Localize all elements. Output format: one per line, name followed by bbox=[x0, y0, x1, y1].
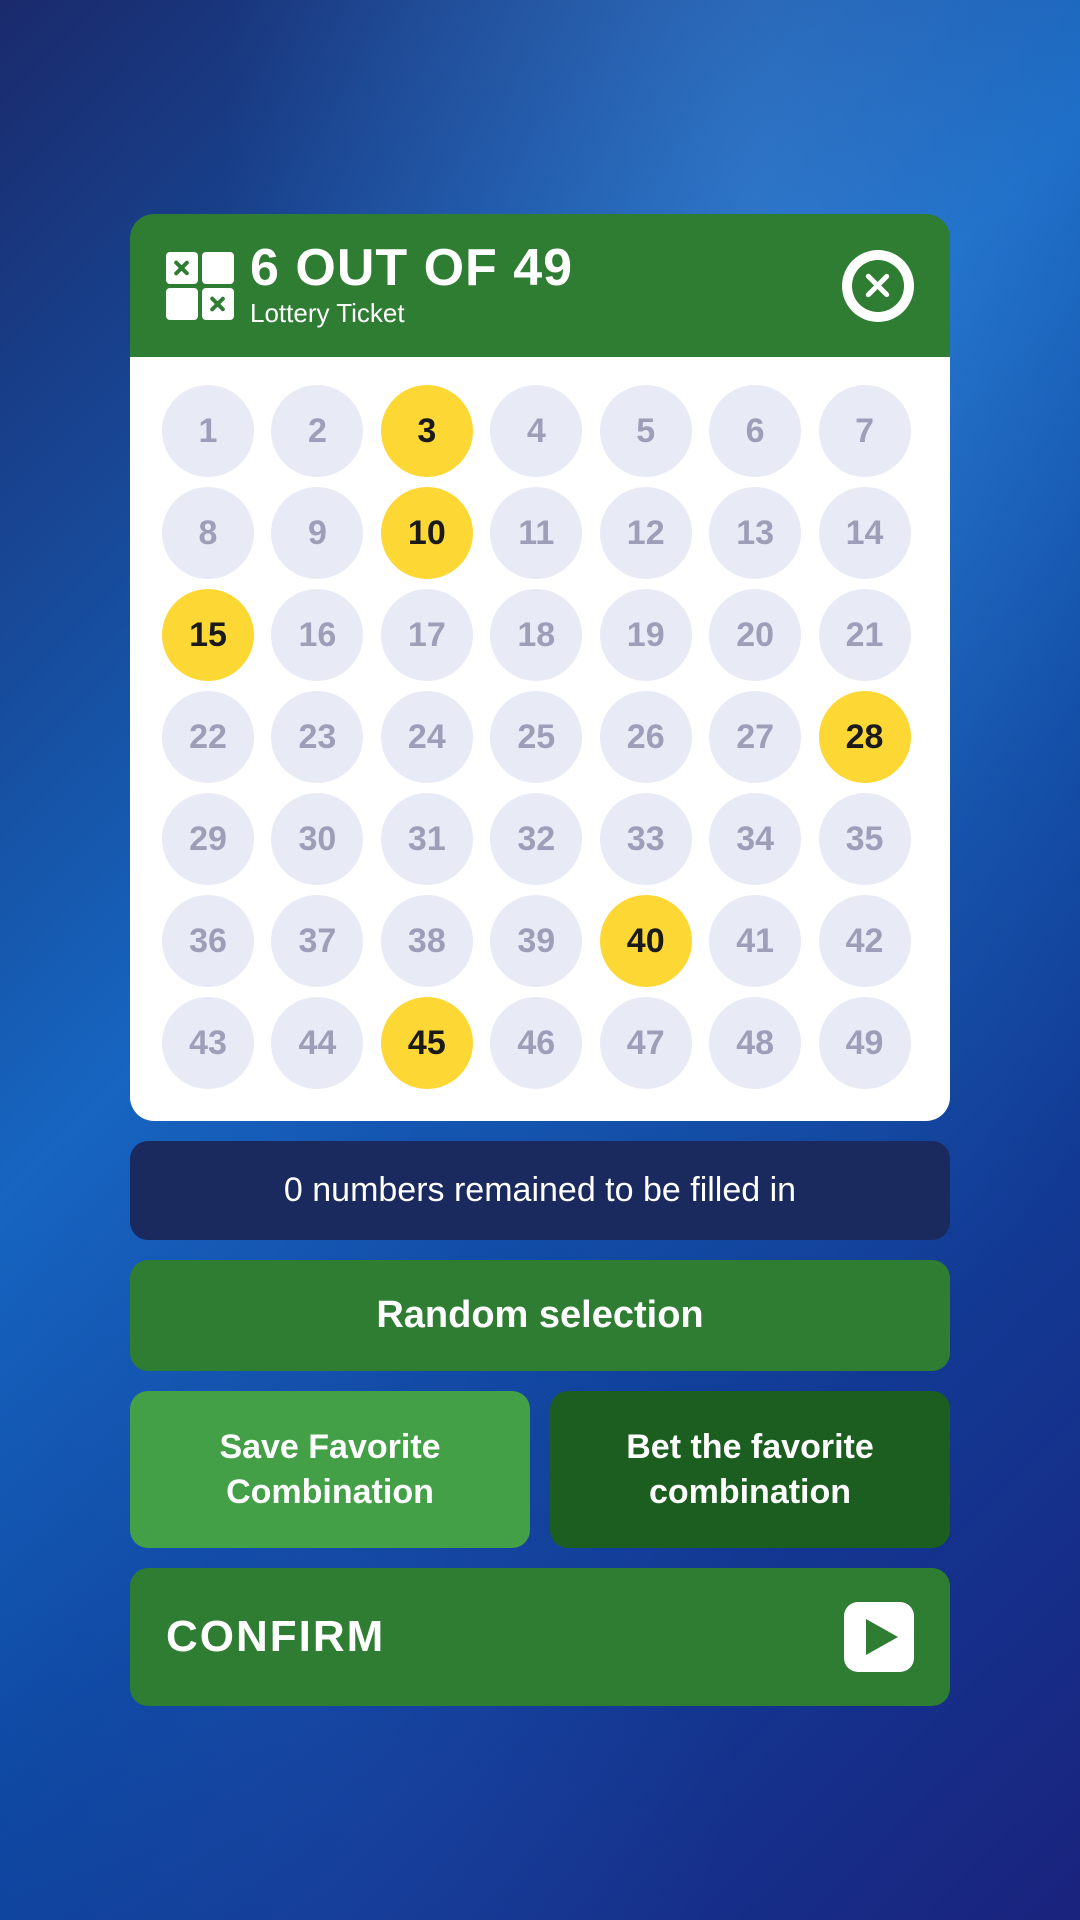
action-buttons: Save Favorite Combination Bet the favori… bbox=[130, 1391, 950, 1547]
number-cell-43[interactable]: 43 bbox=[162, 997, 254, 1089]
icon-cell-3 bbox=[166, 288, 198, 320]
number-cell-34[interactable]: 34 bbox=[709, 793, 801, 885]
lottery-modal: 6 OUT OF 49 Lottery Ticket 1234567891011… bbox=[130, 214, 950, 1705]
icon-cell-2 bbox=[202, 252, 234, 284]
number-cell-7[interactable]: 7 bbox=[819, 385, 911, 477]
game-subtitle: Lottery Ticket bbox=[250, 298, 573, 329]
close-button[interactable] bbox=[842, 250, 914, 322]
save-favorite-button[interactable]: Save Favorite Combination bbox=[130, 1391, 530, 1547]
number-cell-36[interactable]: 36 bbox=[162, 895, 254, 987]
number-cell-48[interactable]: 48 bbox=[709, 997, 801, 1089]
game-title: 6 OUT OF 49 bbox=[250, 242, 573, 294]
number-cell-46[interactable]: 46 bbox=[490, 997, 582, 1089]
close-icon bbox=[852, 260, 904, 312]
ticket-body: 1234567891011121314151617181920212223242… bbox=[130, 357, 950, 1121]
numbers-grid: 1234567891011121314151617181920212223242… bbox=[162, 385, 918, 1089]
number-cell-5[interactable]: 5 bbox=[600, 385, 692, 477]
play-triangle bbox=[866, 1619, 898, 1655]
number-cell-13[interactable]: 13 bbox=[709, 487, 801, 579]
bet-favorite-button[interactable]: Bet the favorite combination bbox=[550, 1391, 950, 1547]
number-cell-3[interactable]: 3 bbox=[381, 385, 473, 477]
number-cell-33[interactable]: 33 bbox=[600, 793, 692, 885]
play-icon bbox=[844, 1602, 914, 1672]
confirm-button[interactable]: CONFIRM bbox=[130, 1568, 950, 1706]
number-cell-42[interactable]: 42 bbox=[819, 895, 911, 987]
number-cell-40[interactable]: 40 bbox=[600, 895, 692, 987]
number-cell-15[interactable]: 15 bbox=[162, 589, 254, 681]
number-cell-1[interactable]: 1 bbox=[162, 385, 254, 477]
number-cell-19[interactable]: 19 bbox=[600, 589, 692, 681]
number-cell-14[interactable]: 14 bbox=[819, 487, 911, 579]
number-cell-35[interactable]: 35 bbox=[819, 793, 911, 885]
number-cell-39[interactable]: 39 bbox=[490, 895, 582, 987]
modal-header: 6 OUT OF 49 Lottery Ticket bbox=[130, 214, 950, 357]
number-cell-47[interactable]: 47 bbox=[600, 997, 692, 1089]
number-cell-26[interactable]: 26 bbox=[600, 691, 692, 783]
number-cell-23[interactable]: 23 bbox=[271, 691, 363, 783]
icon-cell-1 bbox=[166, 252, 198, 284]
number-cell-2[interactable]: 2 bbox=[271, 385, 363, 477]
number-cell-8[interactable]: 8 bbox=[162, 487, 254, 579]
title-group: 6 OUT OF 49 Lottery Ticket bbox=[250, 242, 573, 329]
number-cell-17[interactable]: 17 bbox=[381, 589, 473, 681]
number-cell-6[interactable]: 6 bbox=[709, 385, 801, 477]
lottery-icon bbox=[166, 252, 234, 320]
number-cell-27[interactable]: 27 bbox=[709, 691, 801, 783]
number-cell-30[interactable]: 30 bbox=[271, 793, 363, 885]
icon-cell-4 bbox=[202, 288, 234, 320]
random-selection-button[interactable]: Random selection bbox=[130, 1260, 950, 1371]
number-cell-38[interactable]: 38 bbox=[381, 895, 473, 987]
number-cell-21[interactable]: 21 bbox=[819, 589, 911, 681]
number-cell-29[interactable]: 29 bbox=[162, 793, 254, 885]
number-cell-20[interactable]: 20 bbox=[709, 589, 801, 681]
confirm-label: CONFIRM bbox=[166, 1612, 385, 1662]
number-cell-44[interactable]: 44 bbox=[271, 997, 363, 1089]
number-cell-25[interactable]: 25 bbox=[490, 691, 582, 783]
number-cell-28[interactable]: 28 bbox=[819, 691, 911, 783]
number-cell-9[interactable]: 9 bbox=[271, 487, 363, 579]
number-cell-22[interactable]: 22 bbox=[162, 691, 254, 783]
number-cell-18[interactable]: 18 bbox=[490, 589, 582, 681]
status-bar: 0 numbers remained to be filled in bbox=[130, 1141, 950, 1240]
number-cell-41[interactable]: 41 bbox=[709, 895, 801, 987]
number-cell-11[interactable]: 11 bbox=[490, 487, 582, 579]
number-cell-10[interactable]: 10 bbox=[381, 487, 473, 579]
status-text: 0 numbers remained to be filled in bbox=[284, 1171, 796, 1209]
number-cell-31[interactable]: 31 bbox=[381, 793, 473, 885]
number-cell-4[interactable]: 4 bbox=[490, 385, 582, 477]
number-cell-45[interactable]: 45 bbox=[381, 997, 473, 1089]
number-cell-37[interactable]: 37 bbox=[271, 895, 363, 987]
header-left: 6 OUT OF 49 Lottery Ticket bbox=[166, 242, 573, 329]
number-cell-12[interactable]: 12 bbox=[600, 487, 692, 579]
number-cell-49[interactable]: 49 bbox=[819, 997, 911, 1089]
number-cell-16[interactable]: 16 bbox=[271, 589, 363, 681]
number-cell-24[interactable]: 24 bbox=[381, 691, 473, 783]
number-cell-32[interactable]: 32 bbox=[490, 793, 582, 885]
